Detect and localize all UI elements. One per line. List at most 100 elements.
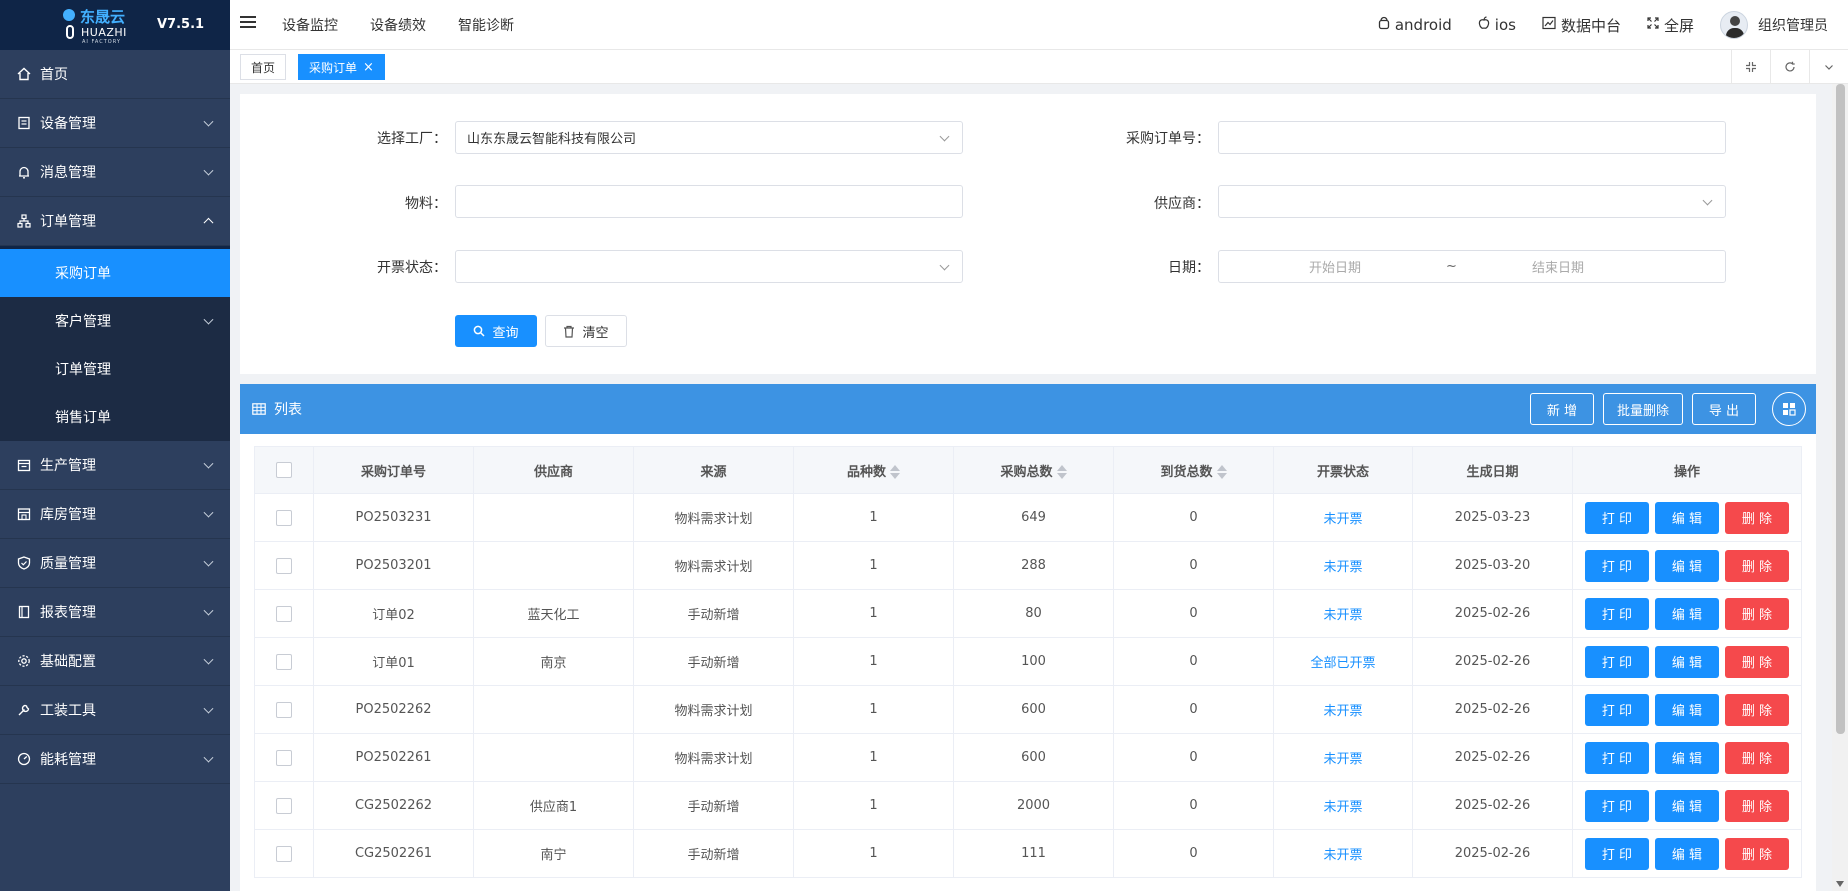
column-settings-icon[interactable] (1772, 392, 1806, 426)
total-cell: 2000 (953, 781, 1114, 830)
edit-button[interactable]: 编 辑 (1655, 741, 1719, 774)
po-number-cell: PO2502262 (313, 685, 474, 734)
edit-button[interactable]: 编 辑 (1655, 549, 1719, 582)
column-header-sortable[interactable]: 到货总数 (1113, 446, 1274, 494)
invoice-status-link[interactable]: 未开票 (1323, 752, 1362, 767)
fullscreen-link[interactable]: 全屏 (1647, 15, 1694, 36)
data-center-link[interactable]: 数据中台 (1542, 15, 1621, 36)
sidebar-item-warehouse[interactable]: 库房管理 (0, 490, 230, 539)
invoice-status-link[interactable]: 未开票 (1323, 848, 1362, 863)
chevron-down-icon (203, 703, 214, 714)
refresh-icon[interactable] (1770, 50, 1809, 84)
ios-link[interactable]: ios (1478, 16, 1516, 34)
delete-button[interactable]: 删 除 (1725, 501, 1789, 534)
delete-button[interactable]: 删 除 (1725, 693, 1789, 726)
row-checkbox[interactable] (276, 845, 292, 862)
sidebar-item-label: 消息管理 (40, 165, 96, 181)
sort-icon[interactable] (890, 465, 900, 479)
column-header-sortable[interactable]: 品种数 (793, 446, 954, 494)
print-button[interactable]: 打 印 (1585, 741, 1649, 774)
clear-button[interactable]: 清空 (545, 315, 627, 347)
factory-select[interactable]: 山东东晟云智能科技有限公司 (455, 121, 963, 154)
print-button[interactable]: 打 印 (1585, 693, 1649, 726)
sidebar-subitem-sales-order[interactable]: 销售订单 (0, 393, 230, 441)
row-checkbox[interactable] (276, 653, 292, 670)
row-checkbox[interactable] (276, 749, 292, 766)
print-button[interactable]: 打 印 (1585, 645, 1649, 678)
invoice-status-link[interactable]: 未开票 (1323, 704, 1362, 719)
row-checkbox[interactable] (276, 605, 292, 622)
sidebar-item-messages[interactable]: 消息管理 (0, 148, 230, 197)
top-nav-smart-diagnosis[interactable]: 智能诊断 (458, 15, 514, 35)
material-input[interactable] (455, 185, 963, 218)
date-end-placeholder[interactable]: 结束日期 (1532, 257, 1584, 276)
scroll-down-icon[interactable] (1836, 881, 1844, 887)
menu-toggle-icon[interactable] (240, 16, 256, 30)
sidebar-subitem-purchase-order[interactable]: 采购订单 (0, 249, 230, 297)
sidebar-item-production[interactable]: 生产管理 (0, 441, 230, 490)
sidebar-item-quality[interactable]: 质量管理 (0, 539, 230, 588)
android-link[interactable]: android (1378, 16, 1452, 34)
row-checkbox[interactable] (276, 557, 292, 574)
top-nav-device-performance[interactable]: 设备绩效 (370, 15, 426, 35)
print-button[interactable]: 打 印 (1585, 501, 1649, 534)
print-button[interactable]: 打 印 (1585, 789, 1649, 822)
invoice-status-link[interactable]: 未开票 (1323, 512, 1362, 527)
sidebar-subitem-customer[interactable]: 客户管理 (0, 297, 230, 345)
date-range-picker[interactable]: 开始日期 ~ 结束日期 (1218, 250, 1726, 283)
edit-button[interactable]: 编 辑 (1655, 501, 1719, 534)
sidebar-subitem-order[interactable]: 订单管理 (0, 345, 230, 393)
query-button[interactable]: 查询 (455, 315, 537, 347)
delete-button[interactable]: 删 除 (1725, 837, 1789, 870)
print-button[interactable]: 打 印 (1585, 549, 1649, 582)
sidebar-item-reports[interactable]: 报表管理 (0, 588, 230, 637)
user-menu[interactable]: 组织管理员 (1720, 11, 1828, 39)
delete-button[interactable]: 删 除 (1725, 645, 1789, 678)
edit-button[interactable]: 编 辑 (1655, 789, 1719, 822)
export-button[interactable]: 导 出 (1692, 393, 1756, 425)
edit-button[interactable]: 编 辑 (1655, 597, 1719, 630)
invoice-status-link[interactable]: 全部已开票 (1310, 656, 1375, 671)
row-checkbox[interactable] (276, 797, 292, 814)
delete-button[interactable]: 删 除 (1725, 549, 1789, 582)
edit-button[interactable]: 编 辑 (1655, 693, 1719, 726)
batch-delete-button[interactable]: 批量删除 (1603, 393, 1683, 425)
sidebar-item-device[interactable]: 设备管理 (0, 99, 230, 148)
row-checkbox[interactable] (276, 701, 292, 718)
collapse-icon[interactable] (1731, 50, 1770, 84)
sidebar-item-energy[interactable]: 能耗管理 (0, 735, 230, 784)
sidebar-item-config[interactable]: 基础配置 (0, 637, 230, 686)
sidebar-item-home[interactable]: 首页 (0, 50, 230, 99)
edit-button[interactable]: 编 辑 (1655, 837, 1719, 870)
column-header: 来源 (633, 446, 794, 494)
sort-icon[interactable] (1216, 465, 1227, 479)
invoice-status-link[interactable]: 未开票 (1323, 800, 1362, 815)
tab-home[interactable]: 首页 (240, 54, 287, 80)
kinds-cell: 1 (793, 493, 954, 542)
sort-icon[interactable] (1056, 465, 1067, 479)
invoice-status-select[interactable] (455, 250, 963, 283)
supplier-select[interactable] (1218, 185, 1726, 218)
po-number-input[interactable] (1218, 121, 1726, 154)
print-button[interactable]: 打 印 (1585, 837, 1649, 870)
column-header-sortable[interactable]: 采购总数 (953, 446, 1114, 494)
tab-purchase-order[interactable]: 采购订单 × (298, 54, 385, 80)
date-start-placeholder[interactable]: 开始日期 (1309, 257, 1361, 276)
scrollbar-thumb[interactable] (1836, 84, 1845, 734)
sidebar-item-orders[interactable]: 订单管理 (0, 197, 230, 246)
invoice-status-link[interactable]: 未开票 (1323, 608, 1362, 623)
vertical-scrollbar[interactable] (1832, 84, 1848, 891)
select-all-checkbox[interactable] (276, 462, 292, 478)
print-button[interactable]: 打 印 (1585, 597, 1649, 630)
chevron-down-icon[interactable] (1809, 50, 1848, 84)
add-button[interactable]: 新 增 (1530, 393, 1594, 425)
top-nav-device-monitor[interactable]: 设备监控 (282, 15, 338, 35)
delete-button[interactable]: 删 除 (1725, 789, 1789, 822)
close-icon[interactable]: × (363, 60, 374, 75)
invoice-status-link[interactable]: 未开票 (1323, 560, 1362, 575)
delete-button[interactable]: 删 除 (1725, 597, 1789, 630)
delete-button[interactable]: 删 除 (1725, 741, 1789, 774)
sidebar-item-tooling[interactable]: 工装工具 (0, 686, 230, 735)
edit-button[interactable]: 编 辑 (1655, 645, 1719, 678)
row-checkbox[interactable] (276, 509, 292, 526)
